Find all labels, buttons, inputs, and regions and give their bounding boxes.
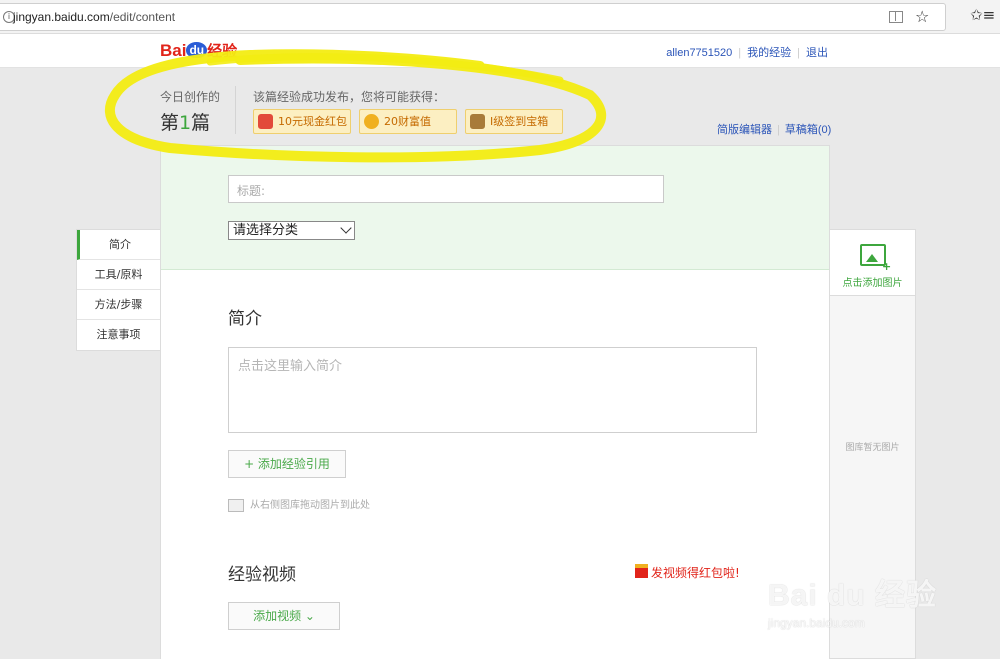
badge-label: 20财富值 [384,115,431,128]
reward-label: 该篇经验成功发布，您将可能获得： [253,90,446,104]
chest-reward-badge: I级签到宝箱 [465,109,563,134]
category-value: 请选择分类 [233,223,299,238]
logo-jingyan: 经验 [207,43,238,60]
video-heading: 经验视频 [228,565,296,585]
nav-item-intro[interactable]: 简介 [77,230,160,260]
today-created-label: 今日创作的 [160,90,221,104]
nav-item-notes[interactable]: 注意事项 [77,320,160,350]
url-text: jingyan.baidu.com/edit/content [13,10,175,24]
url-field[interactable]: i jingyan.baidu.com/edit/content ☆ [0,3,946,31]
url-host: jingyan.baidu.com [13,10,110,24]
url-path: /edit/content [109,10,176,24]
coin-icon [364,114,379,129]
add-image-label: 点击添加图片 [842,278,903,289]
badge-label: 10元现金红包 [278,115,347,128]
video-promo[interactable]: 发视频得红包啦! [635,564,740,581]
plus-icon: + [882,260,892,273]
count-suffix: 篇 [191,112,211,134]
simple-editor-link[interactable]: 简版编辑器 [717,124,772,136]
intro-heading: 简介 [228,309,262,329]
divider: | [738,47,742,59]
wealth-reward-badge: 20财富值 [359,109,457,134]
gallery-empty-text: 图库暂无图片 [845,443,900,453]
title-input[interactable]: 标题: [228,175,664,203]
my-experience-link[interactable]: 我的经验 [747,47,791,59]
red-envelope-icon [635,564,648,578]
add-reference-button[interactable]: + 添加经验引用 [228,450,346,478]
image-icon [228,499,244,512]
nav-item-steps[interactable]: 方法/步骤 [77,290,160,320]
star-icon[interactable]: ☆ [915,7,929,26]
divider: | [777,124,780,136]
badge-label: I级签到宝箱 [490,115,549,128]
editor-panel: 标题: 请选择分类 简介 点击这里输入简介 + 添加经验引用 从右侧图库拖动图片… [160,145,830,659]
category-select[interactable]: 请选择分类 [228,221,355,240]
red-envelope-icon [258,114,273,129]
drafts-link[interactable]: 草稿箱(0) [785,124,831,136]
baidu-watermark: Bai du 经验 jingyan.baidu.com [768,570,937,630]
watermark-brand: Bai du 经验 [768,579,938,612]
username-link[interactable]: allen7751520 [666,47,732,59]
favorites-icon[interactable]: ✩≡ [970,6,995,24]
video-promo-text: 发视频得红包啦! [651,566,740,580]
drag-hint-text: 从右侧图库拖动图片到此处 [250,500,370,511]
reading-view-icon[interactable] [889,11,903,23]
count-number: 1 [179,112,192,134]
browser-address-bar: i jingyan.baidu.com/edit/content ☆ ✩≡ [0,0,1000,34]
user-links: allen7751520 | 我的经验 | 退出 [666,44,828,60]
divider [235,86,236,134]
section-nav: 简介 工具/原料 方法/步骤 注意事项 [76,229,160,351]
logo-bai: Bai [160,41,187,60]
site-header: Bai du 经验 allen7751520 | 我的经验 | 退出 [0,34,1000,68]
drag-image-hint: 从右侧图库拖动图片到此处 [228,499,370,513]
add-video-button[interactable]: 添加视频 ⌄ [228,602,340,630]
title-area: 标题: 请选择分类 [161,146,829,270]
today-created-count: 第1篇 [160,108,210,135]
chevron-down-icon [340,222,352,234]
nav-item-tools[interactable]: 工具/原料 [77,260,160,290]
cash-reward-badge: 10元现金红包 [253,109,351,134]
intro-textarea[interactable]: 点击这里输入简介 [228,347,757,433]
watermark-url: jingyan.baidu.com [768,616,865,630]
baidu-jingyan-logo[interactable]: Bai du 经验 [160,40,237,62]
divider: | [797,47,800,59]
logo-du: du [186,42,208,58]
treasure-chest-icon [470,114,485,129]
editor-links: 简版编辑器 | 草稿箱(0) [717,121,831,137]
count-prefix: 第 [160,112,180,134]
logout-link[interactable]: 退出 [806,47,828,59]
add-image-button[interactable]: + 点击添加图片 [830,230,915,296]
